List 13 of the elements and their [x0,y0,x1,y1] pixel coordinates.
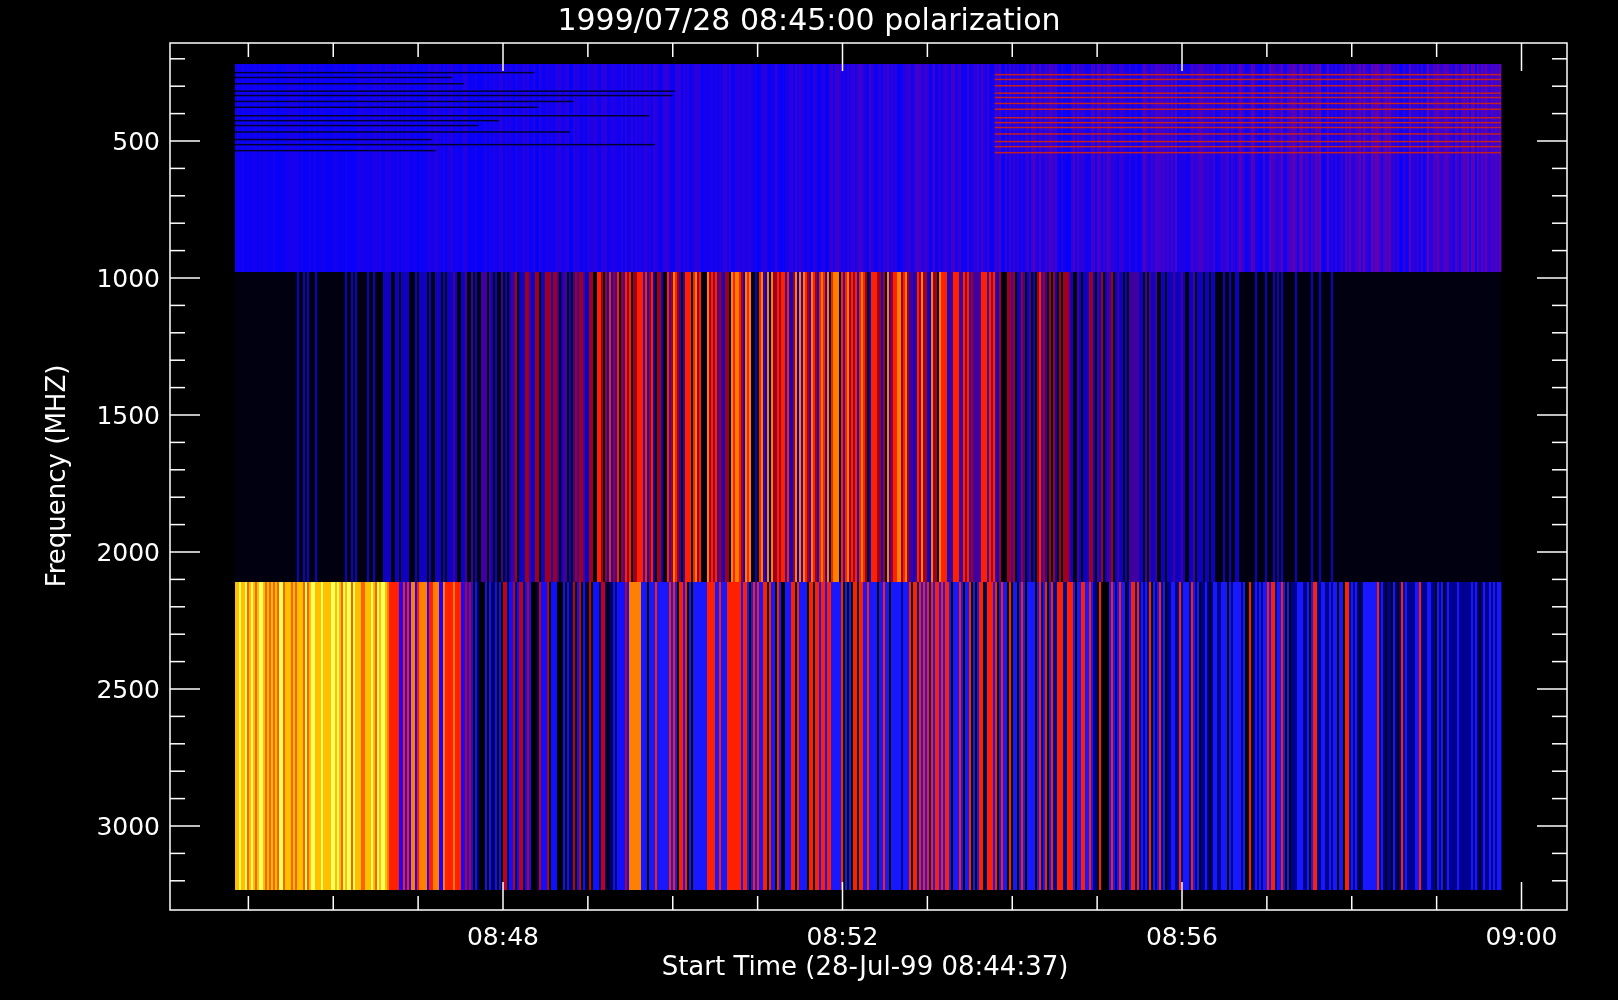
y-axis-label: Frequency (MHZ) [41,364,71,588]
y-tick-label: 1000 [96,264,160,293]
x-tick-label: 08:48 [467,922,539,951]
x-tick-label: 09:00 [1485,922,1558,951]
x-tick-label: 08:52 [806,922,879,951]
y-tick-label: 1500 [96,401,160,430]
y-tick-label: 2500 [96,675,160,704]
y-tick-label: 3000 [96,812,160,841]
y-tick-label: 2000 [96,538,160,567]
plot-title: 1999/07/28 08:45:00 polarization [557,2,1061,37]
x-axis-label: Start Time (28-Jul-99 08:44:37) [661,951,1069,981]
x-tick-label: 08:56 [1146,922,1218,951]
y-tick-label: 500 [112,127,160,156]
